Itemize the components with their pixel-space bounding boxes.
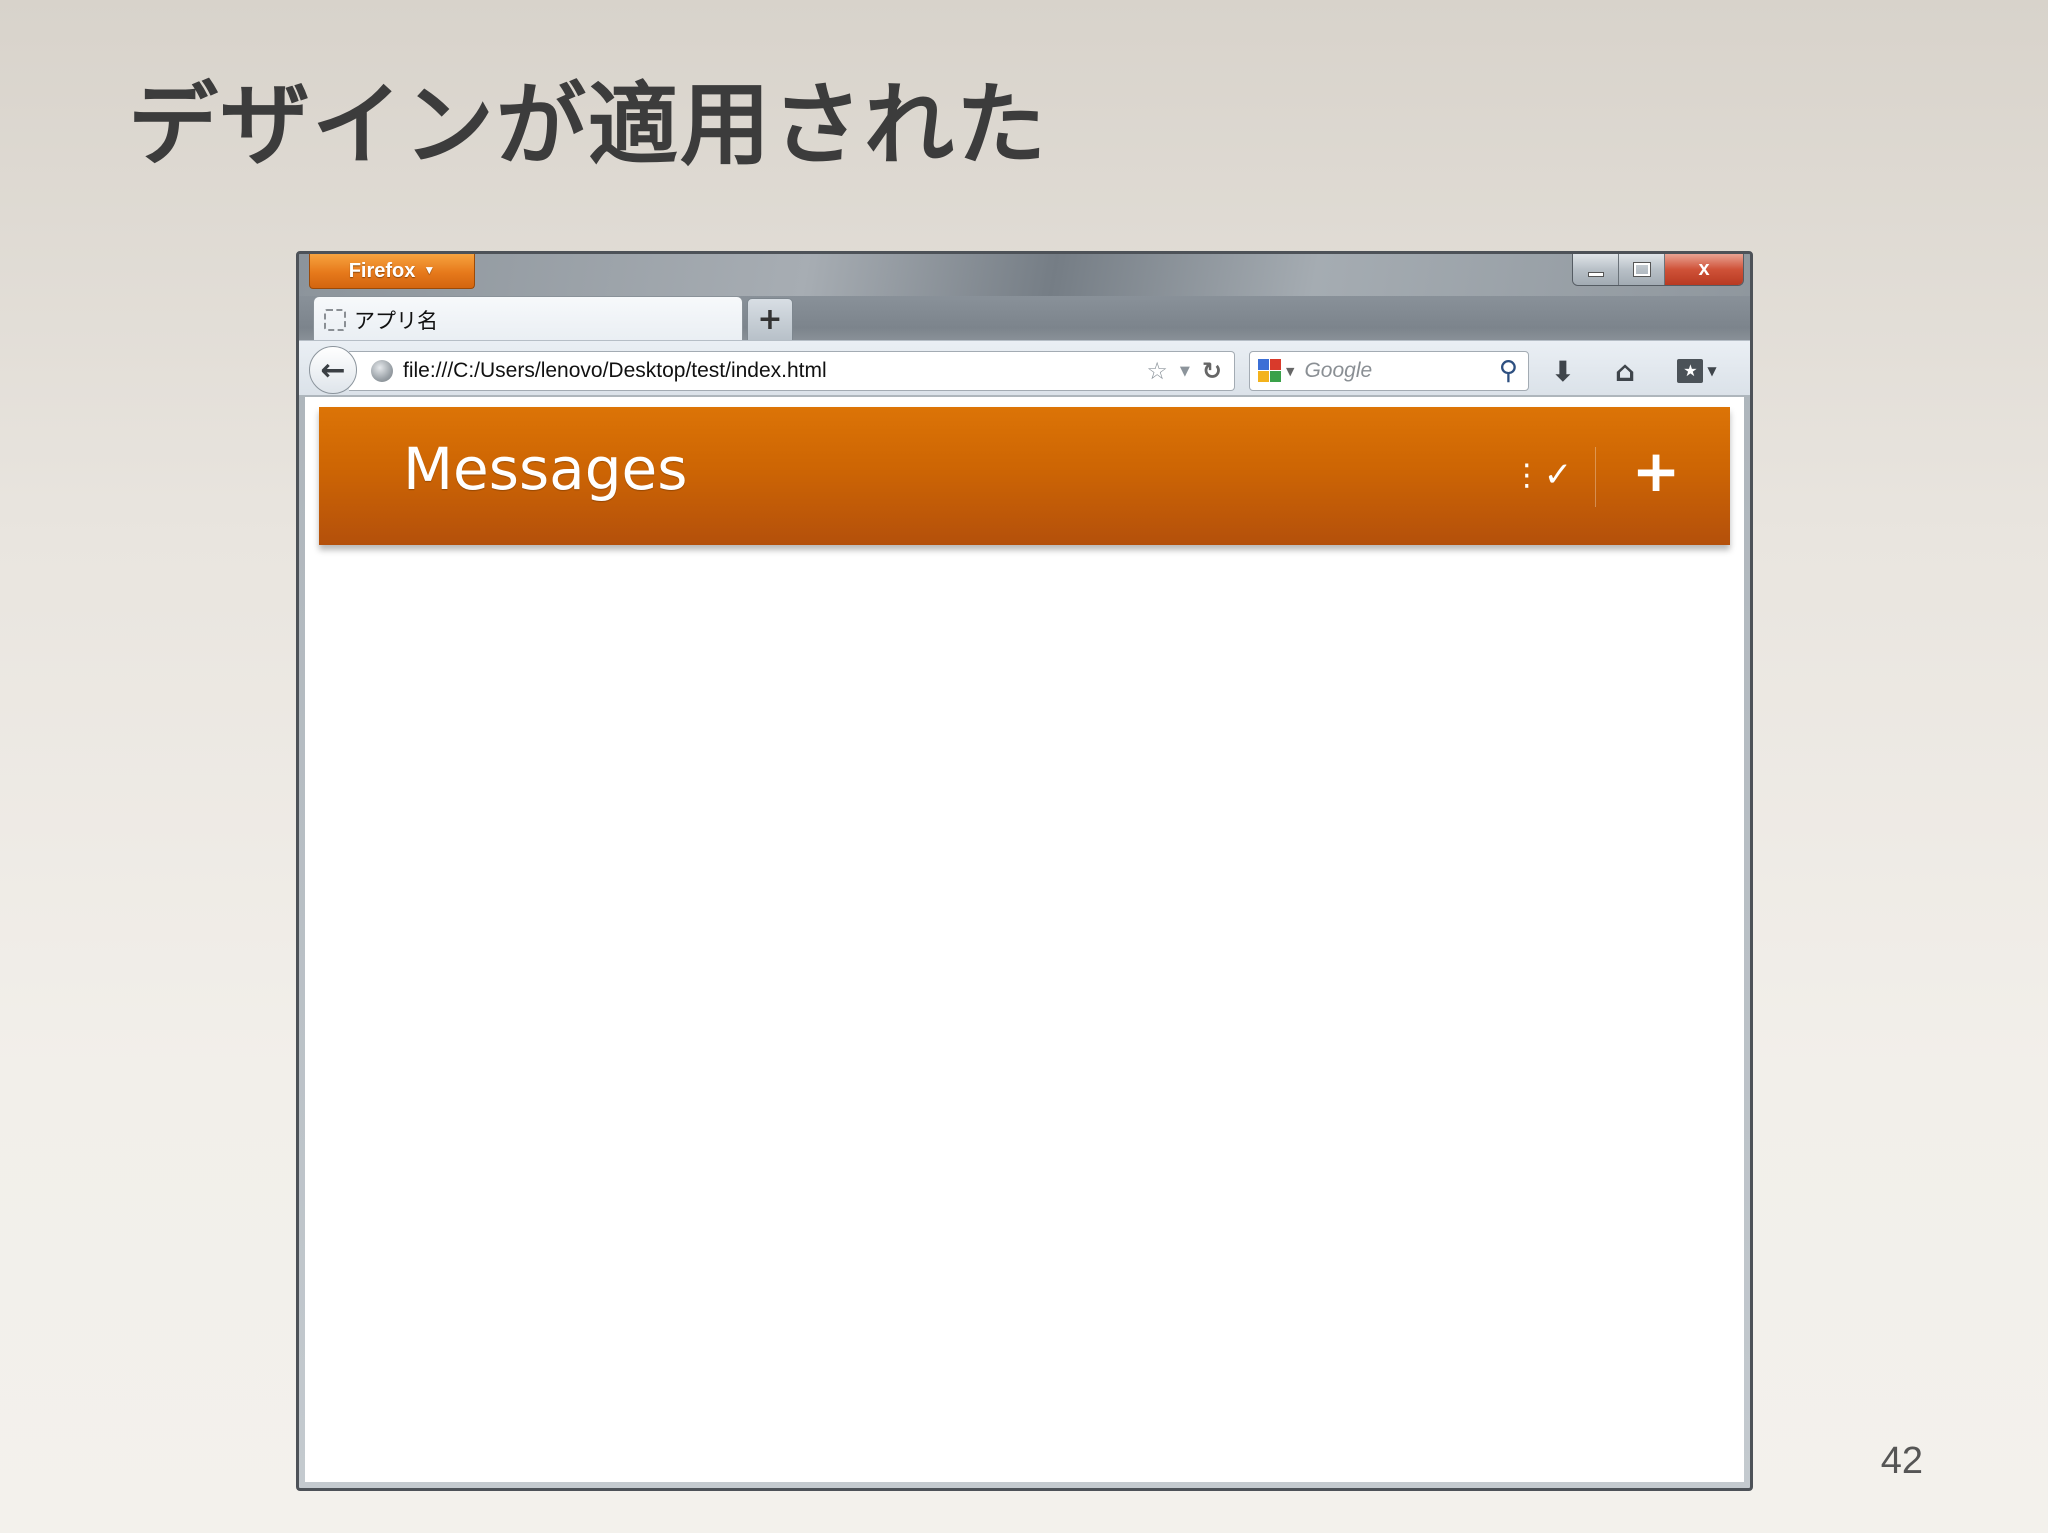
url-bar[interactable]: file:///C:/Users/lenovo/Desktop/test/ind… bbox=[349, 351, 1235, 391]
home-icon[interactable]: ⌂ bbox=[1605, 351, 1645, 391]
title-bar: Firefox ▼ x bbox=[299, 254, 1750, 296]
new-tab-button[interactable]: + bbox=[747, 298, 793, 342]
minimize-button[interactable] bbox=[1573, 254, 1619, 285]
search-engine-icon[interactable] bbox=[1258, 359, 1282, 383]
page-content: Messages ⋮ ✓ + bbox=[305, 397, 1744, 1482]
search-bar[interactable]: ▼ Google ⚲ bbox=[1249, 351, 1529, 391]
maximize-button[interactable] bbox=[1619, 254, 1665, 285]
globe-icon bbox=[371, 360, 393, 382]
reload-icon[interactable]: ↻ bbox=[1202, 357, 1222, 385]
bookmarks-menu-button[interactable]: ★ ▼ bbox=[1669, 351, 1725, 391]
slide-title: デザインが適用された bbox=[128, 73, 1048, 178]
bookmark-star-icon[interactable]: ☆ bbox=[1146, 357, 1168, 385]
download-icon[interactable]: ⬇ bbox=[1543, 351, 1583, 391]
chevron-down-icon: ▼ bbox=[423, 263, 436, 277]
page-icon bbox=[324, 308, 346, 331]
select-mode-button[interactable]: ⋮ ✓ bbox=[1511, 447, 1573, 503]
add-button[interactable]: + bbox=[1626, 441, 1686, 501]
browser-window: Firefox ▼ x アプリ名 + file:///C:/Users/lenov… bbox=[296, 251, 1753, 1491]
navigation-toolbar: file:///C:/Users/lenovo/Desktop/test/ind… bbox=[299, 340, 1750, 396]
search-input[interactable]: Google bbox=[1304, 359, 1498, 383]
url-text: file:///C:/Users/lenovo/Desktop/test/ind… bbox=[403, 359, 827, 382]
bookmarks-icon: ★ bbox=[1677, 359, 1704, 383]
header-divider bbox=[1595, 447, 1596, 507]
minimize-icon bbox=[1587, 272, 1604, 277]
app-title: Messages bbox=[403, 435, 688, 503]
window-controls: x bbox=[1572, 254, 1744, 286]
tab-bar: アプリ名 + bbox=[299, 296, 1750, 342]
tab-label: アプリ名 bbox=[354, 308, 438, 333]
close-button[interactable]: x bbox=[1665, 254, 1743, 285]
list-dots-icon: ⋮ bbox=[1511, 457, 1542, 493]
tab-app[interactable]: アプリ名 bbox=[313, 296, 743, 342]
app-header: Messages ⋮ ✓ + bbox=[319, 407, 1730, 545]
page-number: 42 bbox=[1880, 1440, 1923, 1482]
chevron-down-icon[interactable]: ▼ bbox=[1286, 365, 1294, 378]
search-icon[interactable]: ⚲ bbox=[1499, 356, 1518, 386]
chevron-down-icon: ▼ bbox=[1707, 364, 1717, 378]
firefox-menu-button[interactable]: Firefox ▼ bbox=[309, 254, 475, 289]
history-dropdown-icon[interactable]: ▼ bbox=[1180, 364, 1190, 379]
arrow-left-icon: ← bbox=[320, 352, 346, 388]
maximize-icon bbox=[1632, 262, 1651, 277]
checkmark-icon: ✓ bbox=[1543, 455, 1573, 495]
firefox-menu-label: Firefox bbox=[348, 260, 416, 282]
back-button[interactable]: ← bbox=[309, 346, 357, 394]
close-icon: x bbox=[1698, 258, 1710, 280]
